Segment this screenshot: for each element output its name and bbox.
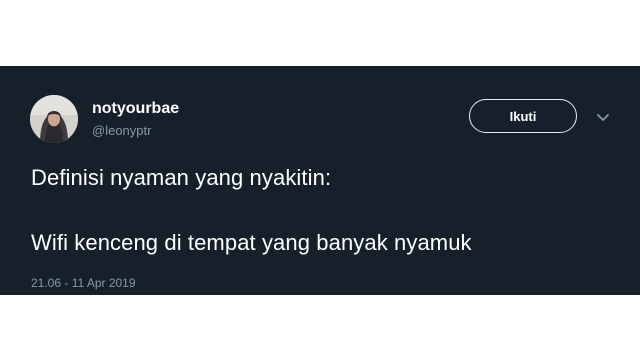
follow-button-label: Ikuti — [509, 108, 537, 124]
tweet-card: notyourbae @leonyptr Ikuti Definisi nyam… — [0, 66, 640, 295]
screenshot-frame: notyourbae @leonyptr Ikuti Definisi nyam… — [0, 0, 640, 360]
avatar[interactable] — [30, 95, 78, 143]
chevron-down-icon[interactable] — [596, 110, 610, 121]
display-name[interactable]: notyourbae — [92, 100, 179, 118]
avatar-image — [30, 95, 78, 143]
tweet-timestamp[interactable]: 21.06 - 11 Apr 2019 — [31, 276, 136, 290]
follow-button[interactable]: Ikuti — [469, 99, 577, 133]
tweet-text-line: Wifi kenceng di tempat yang banyak nyamu… — [31, 230, 472, 255]
user-handle[interactable]: @leonyptr — [92, 123, 151, 139]
tweet-text-line: Definisi nyaman yang nyakitin: — [31, 165, 332, 190]
